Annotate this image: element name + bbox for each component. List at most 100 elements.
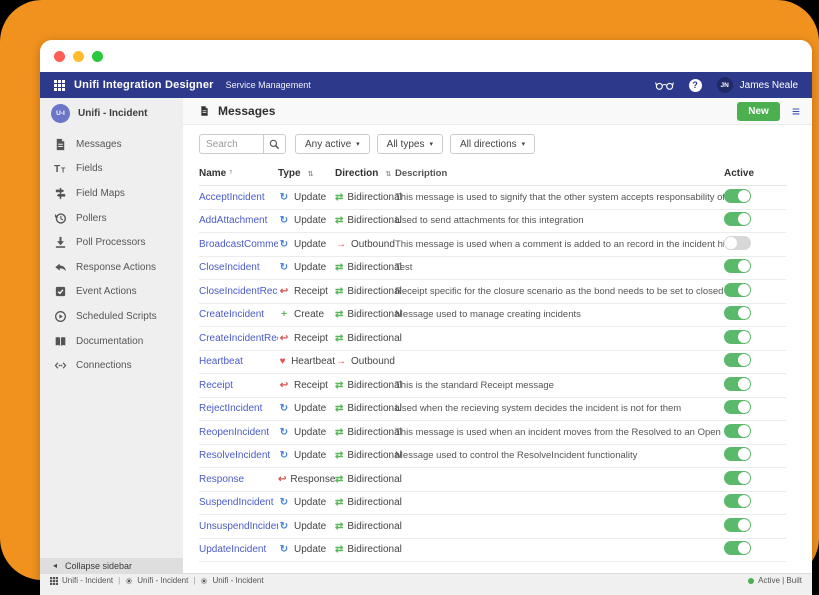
sidebar-item-pollers[interactable]: Pollers — [40, 206, 183, 231]
footer-separator: | — [118, 576, 120, 585]
message-name-link[interactable]: Heartbeat — [199, 356, 243, 367]
active-toggle[interactable] — [724, 236, 751, 250]
sidebar-item-connections[interactable]: Connections — [40, 353, 183, 378]
table-row: ReopenIncident ↻ Update ⇄ Bidirectional … — [199, 421, 786, 445]
footer-status: Active | Built — [758, 576, 802, 585]
new-button[interactable]: New — [737, 102, 780, 121]
message-name-link[interactable]: ResolveIncident — [199, 450, 270, 461]
sidebar-item-event-actions[interactable]: Event Actions — [40, 280, 183, 305]
message-name-link[interactable]: CloseIncident — [199, 262, 260, 273]
search-button[interactable] — [263, 134, 286, 154]
sidebar-item-documentation[interactable]: Documentation — [40, 329, 183, 354]
bidirectional-icon: ⇄ — [335, 450, 343, 461]
search-input[interactable] — [199, 134, 263, 154]
active-toggle[interactable] — [724, 259, 751, 273]
message-name-link[interactable]: CloseIncidentReceipt — [199, 286, 278, 297]
active-toggle[interactable] — [724, 283, 751, 297]
sidebar-item-response-actions[interactable]: Response Actions — [40, 255, 183, 280]
sidebar-item-messages[interactable]: Messages — [40, 132, 183, 157]
sidebar: U-I Unifi - Incident Messages Fields Fie… — [40, 98, 183, 573]
active-toggle[interactable] — [724, 447, 751, 461]
close-window-button[interactable] — [54, 51, 65, 62]
messages-page-icon — [199, 105, 210, 117]
active-toggle[interactable] — [724, 306, 751, 320]
chevron-down-icon: ▾ — [356, 140, 360, 148]
active-toggle[interactable] — [724, 494, 751, 508]
message-name-link[interactable]: Response — [199, 474, 244, 485]
sidebar-item-poll-processors[interactable]: Poll Processors — [40, 230, 183, 255]
filter-label: All directions — [460, 139, 517, 150]
active-toggle[interactable] — [724, 400, 751, 414]
type-label: Update — [294, 262, 326, 273]
menu-icon[interactable]: ≡ — [792, 104, 800, 118]
filter-dropdown-any-active[interactable]: Any active ▾ — [295, 134, 370, 154]
reply-icon — [54, 261, 67, 274]
toggle-knob — [738, 213, 750, 225]
direction-label: Bidirectional — [347, 333, 401, 344]
search-icon — [269, 139, 280, 150]
active-toggle[interactable] — [724, 330, 751, 344]
column-header-description: Description — [395, 168, 724, 179]
column-header-direction[interactable]: Direction⇅ — [335, 168, 395, 179]
sidebar-item-field-maps[interactable]: Field Maps — [40, 181, 183, 206]
message-name-link[interactable]: RejectIncident — [199, 403, 262, 414]
app-launcher-grid-icon[interactable] — [54, 80, 65, 91]
message-name-link[interactable]: CreateIncidentReceipt — [199, 333, 278, 344]
active-toggle[interactable] — [724, 212, 751, 226]
bidirectional-icon: ⇄ — [335, 262, 343, 273]
message-name-link[interactable]: AddAttachment — [199, 215, 267, 226]
maximize-window-button[interactable] — [92, 51, 103, 62]
footer-pinned-item[interactable]: Unifi - Incident — [200, 576, 263, 585]
gear-icon — [125, 577, 133, 585]
active-toggle[interactable] — [724, 377, 751, 391]
sidebar-item-fields[interactable]: Fields — [40, 157, 183, 182]
filter-dropdown-all-types[interactable]: All types ▾ — [377, 134, 443, 154]
filter-dropdown-all-directions[interactable]: All directions ▾ — [450, 134, 535, 154]
message-name-link[interactable]: SuspendIncident — [199, 497, 274, 508]
sidebar-item-scheduled-scripts[interactable]: Scheduled Scripts — [40, 304, 183, 329]
toggle-knob — [738, 495, 750, 507]
bidirectional-icon: ⇄ — [335, 333, 343, 344]
active-toggle[interactable] — [724, 424, 751, 438]
glasses-icon[interactable] — [655, 79, 674, 91]
footer-pinned-item[interactable]: Unifi - Incident — [125, 576, 188, 585]
update-icon: ↻ — [278, 192, 290, 203]
sidebar-item-label: Documentation — [76, 336, 143, 347]
minimize-window-button[interactable] — [73, 51, 84, 62]
message-name-link[interactable]: UnsuspendIncident — [199, 521, 278, 532]
message-name-link[interactable]: UpdateIncident — [199, 544, 266, 555]
play-circle-icon — [54, 310, 67, 323]
message-name-link[interactable]: Receipt — [199, 380, 233, 391]
column-header-name[interactable]: Name↑ — [199, 168, 278, 179]
type-label: Update — [294, 239, 326, 250]
workspace-header[interactable]: U-I Unifi - Incident — [40, 98, 183, 128]
active-toggle[interactable] — [724, 353, 751, 367]
page-header: Messages New ≡ — [183, 98, 812, 125]
message-name-link[interactable]: ReopenIncident — [199, 427, 269, 438]
type-label: Create — [294, 309, 324, 320]
receipt-icon: ↩ — [278, 286, 290, 297]
footer-pinned-item[interactable]: Unifi - Incident — [50, 576, 113, 585]
column-header-type[interactable]: Type⇅ — [278, 168, 335, 179]
messages-table: Name↑Type⇅Direction⇅DescriptionActive Ac… — [183, 162, 812, 562]
footer-item-label: Unifi - Incident — [212, 576, 263, 585]
user-menu[interactable]: JN James Neale — [717, 77, 798, 93]
fields-icon — [54, 162, 67, 175]
message-name-link[interactable]: CreateIncident — [199, 309, 264, 320]
bidirectional-icon: ⇄ — [335, 309, 343, 320]
message-name-link[interactable]: AcceptIncident — [199, 192, 265, 203]
type-label: Receipt — [294, 380, 328, 391]
sidebar-item-label: Scheduled Scripts — [76, 311, 157, 322]
message-name-link[interactable]: BroadcastComment — [199, 239, 278, 250]
active-toggle[interactable] — [724, 471, 751, 485]
footer-item-label: Unifi - Incident — [62, 576, 113, 585]
active-toggle[interactable] — [724, 189, 751, 203]
app-title: Unifi Integration Designer — [74, 79, 214, 91]
help-icon[interactable]: ? — [689, 79, 702, 92]
table-row: CloseIncident ↻ Update ⇄ Bidirectional T… — [199, 257, 786, 281]
toggle-knob — [738, 307, 750, 319]
collapse-sidebar-button[interactable]: ◂ Collapse sidebar — [40, 558, 183, 573]
type-label: Update — [294, 450, 326, 461]
active-toggle[interactable] — [724, 541, 751, 555]
active-toggle[interactable] — [724, 518, 751, 532]
